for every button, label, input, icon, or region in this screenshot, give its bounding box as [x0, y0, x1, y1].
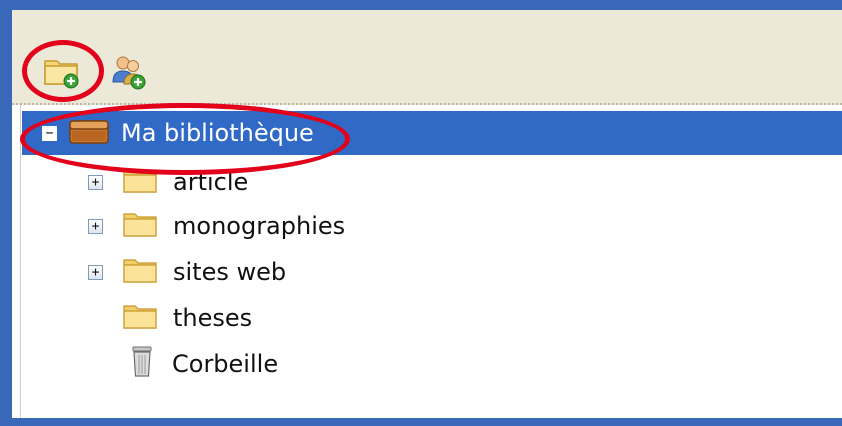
folder-icon: [123, 302, 157, 334]
tree-item-label: theses: [173, 304, 253, 332]
tree-item-theses[interactable]: theses: [20, 298, 252, 338]
folder-add-icon: [44, 60, 79, 89]
tree-item-monographies[interactable]: + monographies: [20, 206, 345, 246]
tree-item-trash[interactable]: Corbeille: [20, 344, 278, 384]
folder-icon: [123, 210, 157, 242]
folder-icon: [123, 166, 157, 198]
tree-item-article[interactable]: + article: [20, 162, 248, 202]
tree-item-my-library[interactable]: − Ma bibliothèque: [22, 111, 842, 155]
expand-toggle[interactable]: +: [88, 174, 103, 190]
tree-item-label: article: [173, 168, 249, 196]
toolbar: [12, 10, 842, 105]
tree-item-label: Ma bibliothèque: [121, 119, 314, 147]
new-group-button[interactable]: [108, 52, 148, 92]
group-add-icon: [112, 56, 146, 90]
trash-icon: [130, 346, 154, 382]
tree-item-label: sites web: [173, 258, 287, 286]
tree-item-label: monographies: [173, 212, 346, 240]
library-icon: [69, 118, 109, 148]
expand-toggle[interactable]: +: [88, 264, 103, 280]
tree-item-label: Corbeille: [172, 350, 279, 378]
collapse-toggle[interactable]: −: [42, 125, 57, 141]
tree-item-sites-web[interactable]: + sites web: [20, 252, 286, 292]
expand-toggle[interactable]: +: [88, 218, 103, 234]
new-collection-button[interactable]: [42, 52, 82, 92]
folder-icon: [123, 256, 157, 288]
